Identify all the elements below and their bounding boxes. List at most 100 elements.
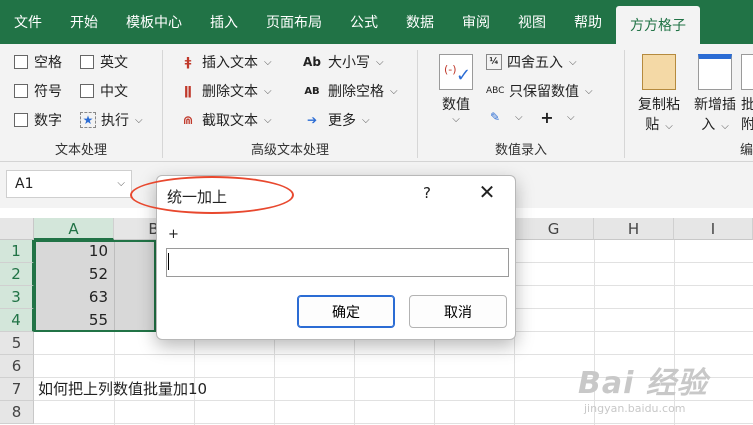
cell-a3[interactable]: 63 [34,286,114,309]
column-header-i[interactable]: I [674,218,753,240]
chevron-down-icon: ⌵ [569,56,577,68]
remove-space-icon: AB [304,85,320,97]
insert-text-label: 插入文本 [202,55,258,71]
checkbox-box [80,84,94,98]
tab-page-layout[interactable]: 页面布局 [252,0,336,44]
highlight-ellipse [130,176,294,214]
checkbox-box [80,55,94,69]
insert-text-icon: ǂ [184,55,192,69]
row-header-7[interactable]: 7 [0,378,34,401]
ribbon: 空格 英文 符号 中文 数字 ★ 执行 ⌵ 文本处理 ǂ 插入文本 ⌵ ǁ 删除… [0,44,753,162]
cell-a2[interactable]: 52 [34,263,114,286]
name-box[interactable]: A1 ⌵ [6,170,132,198]
column-header-h[interactable]: H [594,218,674,240]
row-header-1[interactable]: 1 [0,240,34,263]
row-header-2[interactable]: 2 [0,263,34,286]
remove-space-label: 删除空格 [328,84,384,100]
copy-paste-label-2: 贴 ⌵ [645,117,673,133]
checkbox-label: 数字 [34,113,62,129]
execute-label: 执行 [101,113,129,129]
tab-help[interactable]: 帮助 [560,0,616,44]
case-label: 大小写 [328,55,370,71]
row-header-4[interactable]: 4 [0,309,34,332]
help-icon[interactable]: ? [423,184,431,202]
case-button[interactable]: Ab 大小写 ⌵ [301,52,384,72]
add-value-input[interactable] [166,248,509,277]
execute-button[interactable]: ★ 执行 ⌵ [80,110,143,130]
cell-a7[interactable]: 如何把上列数值批量加10 [38,378,338,401]
tab-fangfang-gezi[interactable]: 方方格子 [616,6,700,44]
value-button[interactable]: (-) ✓ 数值 ⌵ [434,54,478,125]
value-icon: (-) ✓ [439,54,473,90]
chevron-down-icon: ⌵ [117,178,125,189]
add-insert-label-1: 新增插 [694,97,736,113]
checkbox-box [14,55,28,69]
chevron-down-icon: ⌵ [567,112,575,123]
abc-icon: ABC [486,86,505,96]
checkbox-symbol[interactable]: 符号 [14,81,62,101]
chevron-down-icon: ⌵ [665,121,673,132]
chevron-down-icon: ⌵ [264,114,272,126]
group-label-text-processing: 文本处理 [54,143,107,158]
extract-text-button[interactable]: ⋒ 截取文本 ⌵ [179,110,272,130]
checkbox-space[interactable]: 空格 [14,52,62,72]
delete-text-button[interactable]: ǁ 删除文本 ⌵ [179,81,272,101]
tab-template-center[interactable]: 模板中心 [112,0,196,44]
insert-text-button[interactable]: ǂ 插入文本 ⌵ [179,52,272,72]
table-icon [741,54,753,90]
watermark-logo-text: Bai 经验 [578,366,708,401]
chevron-down-icon: ⌵ [264,85,272,97]
checkbox-english[interactable]: 英文 [80,52,128,72]
row-header-6[interactable]: 6 [0,355,34,378]
tab-view[interactable]: 视图 [504,0,560,44]
batch-label-2: 附 [741,117,753,133]
keep-value-button[interactable]: ABC 只保留数值 ⌵ [486,81,593,101]
group-label-advanced-text: 高级文本处理 [250,143,329,158]
column-header-g[interactable]: G [514,218,594,240]
row-header-3[interactable]: 3 [0,286,34,309]
row-header-5[interactable]: 5 [0,332,34,355]
group-label-number-entry: 数值录入 [494,143,547,158]
cell-a4[interactable]: 55 [34,309,114,332]
checkbox-chinese[interactable]: 中文 [80,81,128,101]
batch-button[interactable]: 批 附 [741,54,753,134]
column-header-a[interactable]: A [34,218,114,240]
more-button[interactable]: ➔ 更多 ⌵ [301,110,370,130]
chevron-down-icon: ⌵ [135,114,143,126]
chevron-down-icon: ⌵ [362,114,370,126]
cancel-button[interactable]: 取消 [409,295,507,328]
delete-text-label: 删除文本 [202,84,258,100]
tab-insert[interactable]: 插入 [196,0,252,44]
value-label: 数值 [442,97,470,113]
cell-a1[interactable]: 10 [34,240,114,263]
arrow-right-icon: ➔ [306,113,318,127]
add-insert-button[interactable]: 新增插 入 ⌵ [689,54,741,134]
edit-button[interactable]: ✎ ⌵ [486,110,523,124]
gridline [114,242,115,330]
select-all-corner[interactable] [0,218,34,240]
row-header-8[interactable]: 8 [0,401,34,424]
gridline [34,423,753,424]
tab-file[interactable]: 文件 [0,0,56,44]
checkbox-label: 中文 [100,84,128,100]
checkbox-label: 英文 [100,55,128,71]
more-label: 更多 [328,113,356,129]
ok-button[interactable]: 确定 [297,295,395,328]
close-icon[interactable]: ✕ [475,180,499,204]
checkbox-number[interactable]: 数字 [14,110,62,130]
table-insert-icon [698,54,732,90]
round-button[interactable]: ¼ 四舍五入 ⌵ [486,52,577,72]
checkbox-box [14,84,28,98]
group-number-entry: (-) ✓ 数值 ⌵ ¼ 四舍五入 ⌵ ABC 只保留数值 ⌵ ✎ ⌵ + ⌵ … [418,44,624,162]
copy-paste-button[interactable]: 复制粘 贴 ⌵ [633,54,685,134]
remove-space-button[interactable]: AB 删除空格 ⌵ [301,81,397,101]
checkbox-label: 空格 [34,55,62,71]
plus-button[interactable]: + ⌵ [538,108,575,127]
group-advanced-text: ǂ 插入文本 ⌵ ǁ 删除文本 ⌵ ⋒ 截取文本 ⌵ Ab 大小写 ⌵ AB 删… [163,44,417,162]
copy-paste-label-1: 复制粘 [638,97,680,113]
tab-review[interactable]: 审阅 [448,0,504,44]
menu-bar: 文件 开始 模板中心 插入 页面布局 公式 数据 审阅 视图 帮助 方方格子 [0,0,753,44]
tab-data[interactable]: 数据 [392,0,448,44]
tab-home[interactable]: 开始 [56,0,112,44]
tab-formulas[interactable]: 公式 [336,0,392,44]
